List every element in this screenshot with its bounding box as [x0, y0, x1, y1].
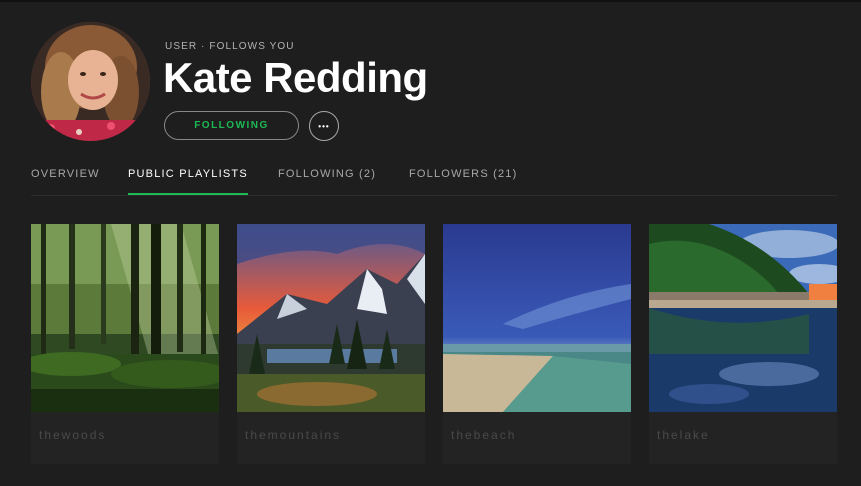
- tab-overview[interactable]: OVERVIEW: [31, 168, 100, 195]
- playlist-card[interactable]: thelake: [649, 224, 837, 464]
- ellipsis-icon: •••: [318, 121, 330, 131]
- playlist-cover-beach[interactable]: [443, 224, 631, 412]
- more-options-button[interactable]: •••: [309, 111, 339, 141]
- profile-type-label: USER · FOLLOWS YOU: [165, 41, 295, 52]
- playlist-card[interactable]: themountains: [237, 224, 425, 464]
- profile-tabs: OVERVIEW PUBLIC PLAYLISTS FOLLOWING (2) …: [31, 165, 837, 196]
- playlist-title[interactable]: thebeach: [451, 428, 516, 442]
- playlist-cover-lake[interactable]: [649, 224, 837, 412]
- avatar: [31, 22, 150, 141]
- playlist-title[interactable]: themountains: [245, 428, 341, 442]
- playlist-card[interactable]: thewoods: [31, 224, 219, 464]
- profile-page: USER · FOLLOWS YOU Kate Redding FOLLOWIN…: [0, 0, 861, 486]
- playlist-cover-forest[interactable]: [31, 224, 219, 412]
- playlist-title[interactable]: thelake: [657, 428, 710, 442]
- tab-following[interactable]: FOLLOWING (2): [278, 168, 376, 195]
- playlist-cover-mountains[interactable]: [237, 224, 425, 412]
- profile-name: Kate Redding: [163, 54, 428, 101]
- following-button[interactable]: FOLLOWING: [164, 111, 299, 140]
- playlist-title[interactable]: thewoods: [39, 428, 106, 442]
- tab-public-playlists[interactable]: PUBLIC PLAYLISTS: [128, 168, 248, 195]
- playlist-card[interactable]: thebeach: [443, 224, 631, 464]
- tab-followers[interactable]: FOLLOWERS (21): [409, 168, 518, 195]
